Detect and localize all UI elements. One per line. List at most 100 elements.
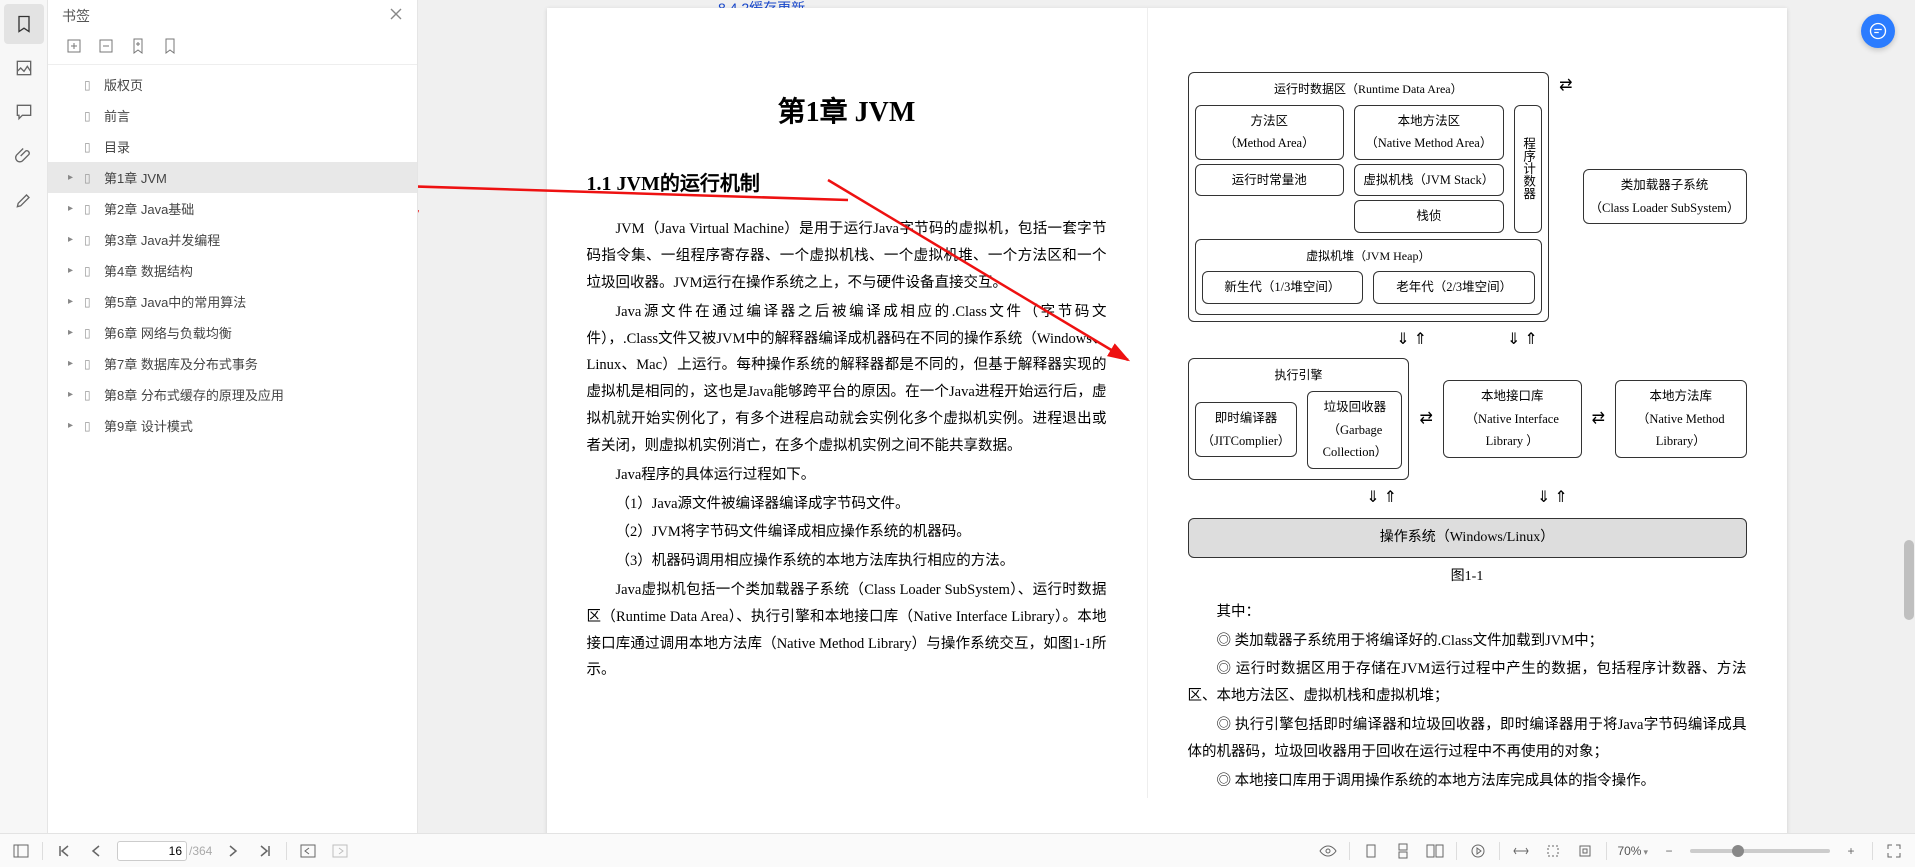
caret-icon[interactable]: ▸: [68, 420, 78, 431]
caret-icon[interactable]: ▸: [68, 358, 78, 369]
panel-title: 书签: [62, 6, 90, 26]
caret-icon[interactable]: ▸: [68, 265, 78, 276]
attachments-tab-button[interactable]: [4, 136, 44, 176]
bookmark-icon: ▯: [84, 326, 98, 340]
next-page-button[interactable]: [222, 840, 244, 862]
tree-item[interactable]: ▸▯第8章 分布式缓存的原理及应用: [48, 379, 417, 410]
zoom-out-button[interactable]: −: [1658, 840, 1680, 862]
zoom-in-button[interactable]: +: [1840, 840, 1862, 862]
add-bookmark-button[interactable]: [128, 36, 148, 56]
tree-item-label: 第4章 数据结构: [104, 261, 193, 280]
panel-close-button[interactable]: [389, 7, 403, 26]
bookmark-icon: ▯: [84, 264, 98, 278]
caret-icon[interactable]: ▸: [68, 296, 78, 307]
read-mode-button[interactable]: [1317, 840, 1339, 862]
body-text: （3）机器码调用相应操作系统的本地方法库执行相应的方法。: [587, 548, 1107, 575]
zoom-slider[interactable]: [1690, 849, 1830, 853]
document-view[interactable]: 8.4.2缓存更新 第1章 JVM 1.1 JVM的运行机制 JVM（Java …: [418, 0, 1915, 867]
page-left: 第1章 JVM 1.1 JVM的运行机制 JVM（Java Virtual Ma…: [547, 8, 1147, 798]
eye-icon: [1319, 844, 1337, 858]
young-gen-box: 新生代（1/3堆空间）: [1202, 271, 1364, 304]
tree-item[interactable]: ▯版权页: [48, 69, 417, 100]
zoom-level-dropdown[interactable]: 70%▾: [1617, 844, 1648, 858]
nav-back-button[interactable]: [297, 840, 319, 862]
two-page-button[interactable]: [1424, 840, 1446, 862]
app-root: 书签 ▯版权页 ▯前言 ▯目录 ▸▯第1章 JVM ▸▯第2章 Java基础 ▸…: [0, 0, 1915, 867]
prev-page-button[interactable]: [85, 840, 107, 862]
nav-forward-button[interactable]: [329, 840, 351, 862]
first-page-button[interactable]: [53, 840, 75, 862]
tree-item[interactable]: ▯ 前言: [48, 100, 417, 131]
tree-item-label: 第1章 JVM: [104, 168, 167, 187]
vertical-scrollbar[interactable]: [1901, 0, 1915, 833]
fit-page-button[interactable]: [1542, 840, 1564, 862]
chevron-down-icon: ▾: [1643, 847, 1648, 857]
tree-item-label: 目录: [104, 137, 130, 156]
fullscreen-button[interactable]: [1883, 840, 1905, 862]
thumbnails-tab-button[interactable]: [4, 48, 44, 88]
body-text: JVM（Java Virtual Machine）是用于运行Java字节码的虚拟…: [587, 216, 1107, 296]
body-text: （2）JVM将字节码文件编译成相应操作系统的机器码。: [587, 519, 1107, 546]
last-page-button[interactable]: [254, 840, 276, 862]
arrow-icon: ⇄: [1419, 405, 1432, 434]
tree-item[interactable]: ▸ ▯ 第4章 数据结构: [48, 255, 417, 286]
collapse-all-button[interactable]: [96, 36, 116, 56]
single-page-button[interactable]: [1360, 840, 1382, 862]
fit-width-button[interactable]: [1510, 840, 1532, 862]
status-bar: /364 70%▾ − +: [0, 833, 1915, 867]
continuous-page-button[interactable]: [1392, 840, 1414, 862]
caret-icon[interactable]: ▸: [68, 327, 78, 338]
autoscroll-button[interactable]: [1467, 840, 1489, 862]
comments-tab-button[interactable]: [4, 92, 44, 132]
actual-size-button[interactable]: [1574, 840, 1596, 862]
assistant-float-button[interactable]: [1861, 14, 1895, 48]
expand-icon: [66, 38, 82, 54]
fullscreen-icon: [1887, 844, 1901, 858]
bookmark-outline-icon: [163, 38, 177, 54]
diagram-label: 运行时数据区（Runtime Data Area）: [1195, 79, 1543, 101]
tree-item-label: 第9章 设计模式: [104, 416, 193, 435]
tree-item-label: 第8章 分布式缓存的原理及应用: [104, 385, 284, 404]
bookmarks-panel: 书签 ▯版权页 ▯前言 ▯目录 ▸▯第1章 JVM ▸▯第2章 Java基础 ▸…: [48, 0, 418, 867]
caret-icon[interactable]: ▸: [68, 389, 78, 400]
body-text: （1）Java源文件被编译器编译成字节码文件。: [587, 491, 1107, 518]
caret-icon[interactable]: ▸: [68, 234, 78, 245]
section-title: 1.1 JVM的运行机制: [587, 166, 1107, 202]
remove-bookmark-button[interactable]: [160, 36, 180, 56]
old-gen-box: 老年代（2/3堆空间）: [1373, 271, 1535, 304]
toggle-sidebar-button[interactable]: [10, 840, 32, 862]
single-page-icon: [1365, 844, 1377, 858]
class-loader-box: 类加载器子系统 （Class Loader SubSystem）: [1583, 169, 1747, 224]
caret-icon[interactable]: ▸: [68, 203, 78, 214]
expand-all-button[interactable]: [64, 36, 84, 56]
tree-item[interactable]: ▸▯第6章 网络与负载均衡: [48, 317, 417, 348]
os-box: 操作系统（Windows/Linux）: [1188, 518, 1747, 557]
body-text: 其中：: [1188, 599, 1747, 626]
bookmark-icon: ▯: [84, 109, 98, 123]
body-text: ◎ 本地接口库用于调用操作系统的本地方法库完成具体的指令操作。: [1188, 768, 1747, 795]
tree-item-label: 前言: [104, 106, 130, 125]
tree-item[interactable]: ▸▯第7章 数据库及分布式事务: [48, 348, 417, 379]
zoom-slider-thumb[interactable]: [1732, 845, 1744, 857]
divider: [1606, 842, 1607, 860]
page-number-input[interactable]: [117, 841, 187, 861]
tree-item[interactable]: ▸▯第3章 Java并发编程: [48, 224, 417, 255]
paperclip-icon: [14, 146, 34, 166]
tree-item-label: 第2章 Java基础: [104, 199, 194, 218]
sign-tab-button[interactable]: [4, 180, 44, 220]
tree-item[interactable]: ▸▯第2章 Java基础: [48, 193, 417, 224]
arrow-down-icon: ⇓ ⇑: [1396, 326, 1427, 355]
tree-item[interactable]: ▸▯第5章 Java中的常用算法: [48, 286, 417, 317]
tree-item[interactable]: ▯目录: [48, 131, 417, 162]
caret-icon[interactable]: ▸: [68, 172, 78, 183]
bookmarks-tab-button[interactable]: [4, 4, 44, 44]
arrow-down-icon: ⇓ ⇑: [1537, 484, 1568, 513]
bookmark-icon: ▯: [84, 233, 98, 247]
tree-item-label: 版权页: [104, 75, 143, 94]
divider: [1499, 842, 1500, 860]
tree-item-ch1[interactable]: ▸▯第1章 JVM: [48, 162, 417, 193]
tree-item[interactable]: ▸▯第9章 设计模式: [48, 410, 417, 441]
body-text: Java虚拟机包括一个类加载器子系统（Class Loader SubSyste…: [587, 577, 1107, 684]
panel-toolbar: [48, 32, 417, 65]
scrollbar-thumb[interactable]: [1904, 540, 1914, 620]
